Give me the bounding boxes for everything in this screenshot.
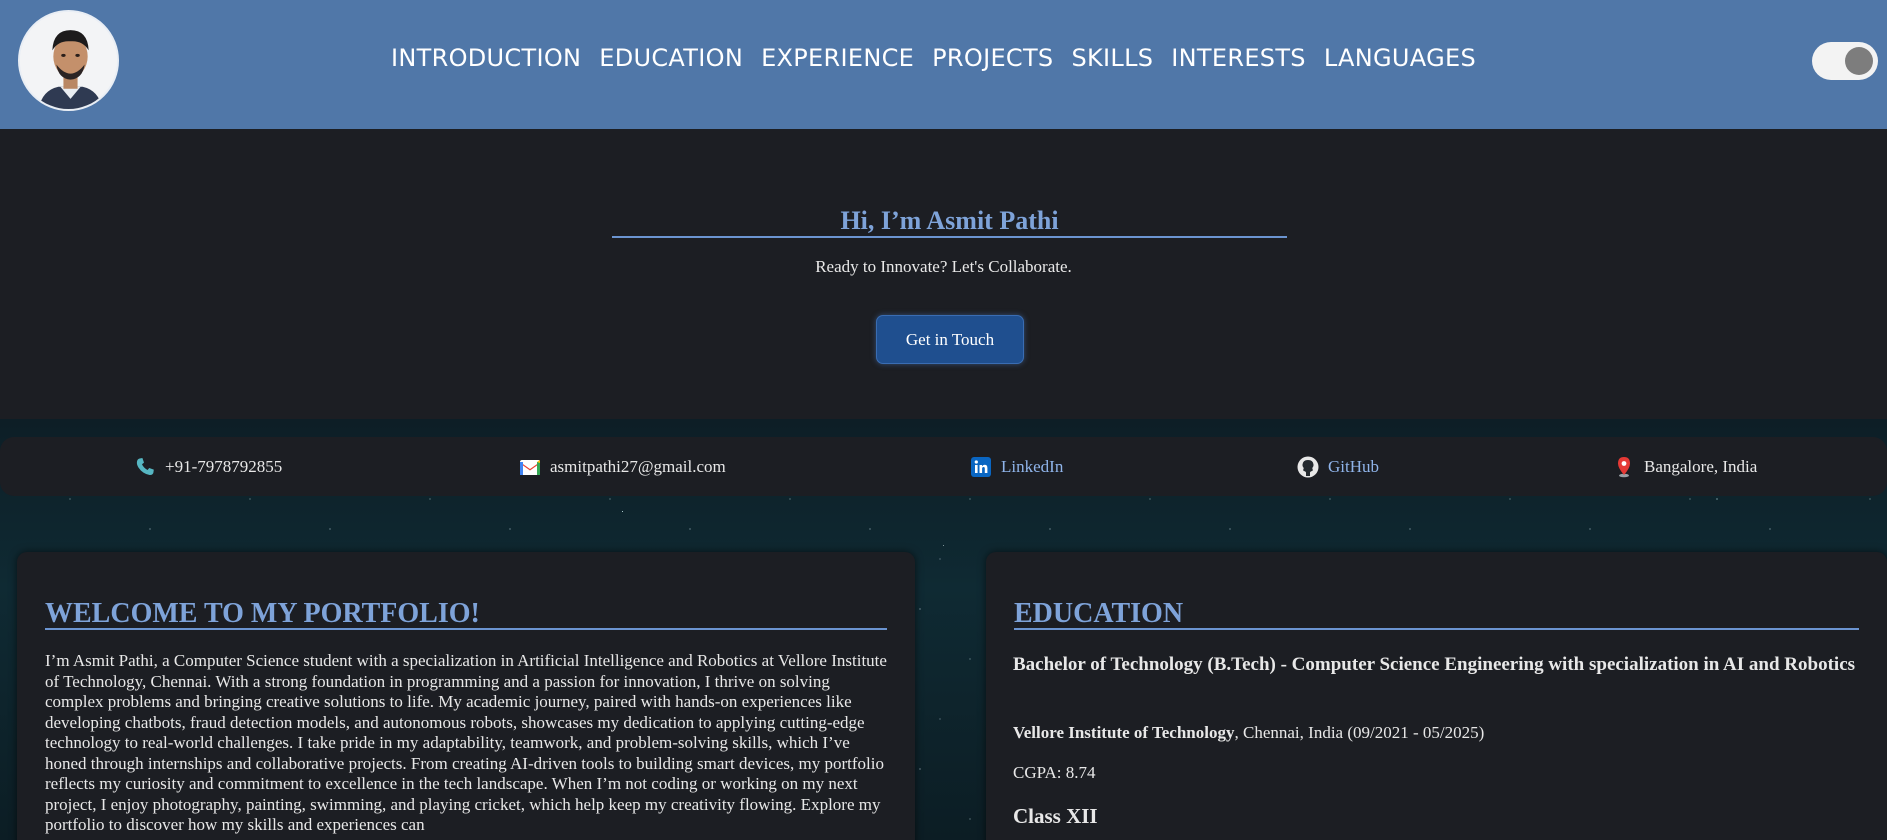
hero-subtitle: Ready to Innovate? Let's Collaborate. [815,257,1072,276]
email-address: asmitpathi27@gmail.com [550,457,726,476]
education-heading: EDUCATION [1014,598,1859,630]
nav-skills[interactable]: SKILLS [1071,44,1153,72]
site-header: INTRODUCTION EDUCATION EXPERIENCE PROJEC… [0,0,1887,129]
cgpa-text: CGPA: 8.74 [1013,763,1096,782]
location-text: Bangalore, India [1644,457,1758,476]
toggle-knob [1845,47,1873,75]
class-xii-heading: Class XII [1013,804,1098,828]
phone-icon [136,458,154,476]
get-in-touch-button[interactable]: Get in Touch [876,315,1024,364]
degree-title: Bachelor of Technology (B.Tech) - Comput… [1013,654,1856,675]
hero-title: Hi, I’m Asmit Pathi [612,206,1287,238]
gmail-icon [520,460,540,475]
main-nav: INTRODUCTION EDUCATION EXPERIENCE PROJEC… [0,44,1887,72]
nav-projects[interactable]: PROJECTS [932,44,1053,72]
hero-section: Hi, I’m Asmit Pathi Ready to Innovate? L… [0,129,1887,419]
linkedin-link[interactable]: LinkedIn [1001,457,1063,477]
contact-github: GitHub [1296,455,1379,479]
nav-experience[interactable]: EXPERIENCE [761,44,914,72]
theme-toggle[interactable] [1812,42,1878,80]
intro-paragraph: I’m Asmit Pathi, a Computer Science stud… [45,651,887,834]
contact-phone: +91-7978792855 [133,455,282,479]
github-link[interactable]: GitHub [1328,457,1379,477]
education-card: EDUCATION Bachelor of Technology (B.Tech… [986,552,1887,840]
contact-email: asmitpathi27@gmail.com [518,455,726,479]
phone-number: +91-7978792855 [165,457,283,476]
institution-name: Vellore Institute of Technology [1013,723,1235,742]
linkedin-icon [971,457,991,477]
contact-bar: +91-7978792855 asmitpathi27@gmail.com Li… [0,437,1887,496]
contact-linkedin: LinkedIn [969,455,1063,479]
contact-location: Bangalore, India [1612,455,1757,479]
intro-card: WELCOME TO MY PORTFOLIO! I’m Asmit Pathi… [17,552,915,840]
institution-line: Vellore Institute of Technology, Chennai… [1013,723,1484,743]
nav-interests[interactable]: INTERESTS [1171,44,1306,72]
github-icon [1297,456,1319,478]
nav-education[interactable]: EDUCATION [599,44,743,72]
nav-languages[interactable]: LANGUAGES [1324,44,1476,72]
location-pin-icon [1618,457,1630,478]
nav-introduction[interactable]: INTRODUCTION [391,44,581,72]
intro-heading: WELCOME TO MY PORTFOLIO! [45,598,887,630]
institution-details: , Chennai, India (09/2021 - 05/2025) [1234,723,1485,742]
